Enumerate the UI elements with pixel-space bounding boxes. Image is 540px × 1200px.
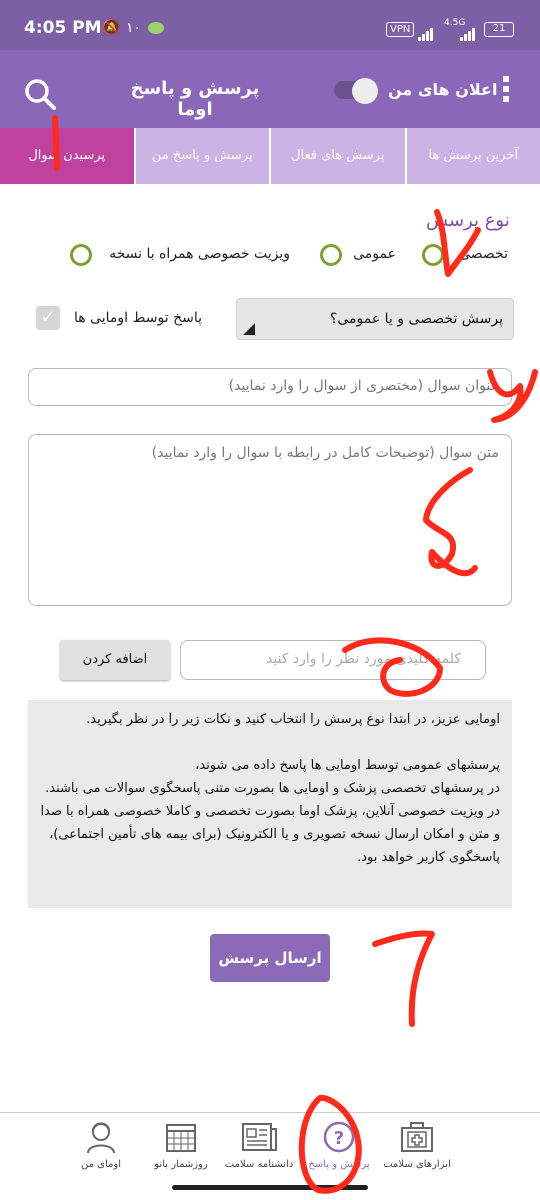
status-bar: 4:05 PM 🔕 ۱۰ VPN 4.5G 21	[0, 0, 540, 50]
radio-specialist[interactable]: تخصصی	[422, 244, 508, 268]
radio-general[interactable]: عمومی	[320, 244, 396, 268]
toggle-thumb	[352, 78, 378, 104]
signal-icon-2	[460, 22, 478, 41]
nav-label: اومای من	[81, 1159, 121, 1170]
keyword-input[interactable]: کلمه کلیدی مورد نظر را وارد کنید	[180, 640, 486, 680]
nav-my-uma[interactable]: اومای من	[56, 1119, 146, 1170]
status-time: 4:05 PM	[24, 18, 102, 38]
add-keyword-button[interactable]: اضافه کردن	[60, 640, 170, 680]
tab-latest-questions[interactable]: آخرین پرسش ها	[406, 128, 540, 184]
keyword-placeholder: کلمه کلیدی مورد نظر را وارد کنید	[265, 651, 461, 667]
nav-label: ابزارهای سلامت	[383, 1159, 451, 1170]
title-placeholder: عنوان سوال (مختصری از سوال را وارد نمایی…	[228, 378, 499, 394]
notifications-toggle[interactable]	[334, 78, 380, 104]
radio-label: ویزیت خصوصی همراه با نسخه	[109, 246, 290, 262]
nav-label: دانشنامه سلامت	[224, 1159, 294, 1170]
calendar-icon	[166, 1124, 196, 1152]
radio-label: تخصصی	[459, 246, 508, 262]
radio-circle	[70, 244, 92, 266]
body-placeholder: متن سوال (توضیحات کامل در رابطه با سوال …	[151, 445, 499, 461]
answer-by-umas-option[interactable]: ✓ پاسخ توسط اومایی ها	[36, 306, 206, 332]
question-type-heading: نوع پرسش	[426, 210, 510, 231]
bell-muted-icon: 🔕	[102, 18, 121, 36]
nav-label: پرسش و پاسخ	[308, 1159, 370, 1170]
submit-question-button[interactable]: ارسال پرسش	[210, 934, 330, 982]
question-title-input[interactable]: عنوان سوال (مختصری از سوال را وارد نمایی…	[28, 368, 512, 406]
nav-label: روزشمار بانو	[154, 1159, 208, 1170]
info-box: اومایی عزیز، در ابتدا نوع پرسش را انتخاب…	[28, 700, 512, 908]
nav-encyclopedia[interactable]: دانشنامه سلامت	[214, 1119, 304, 1170]
page-title: پرسش و پاسخ اوما	[130, 78, 260, 120]
question-type-dropdown[interactable]: پرسش تخصصی و یا عمومی؟	[236, 298, 514, 340]
nav-qa[interactable]: ? پرسش و پاسخ	[294, 1119, 384, 1170]
home-indicator	[172, 1185, 368, 1190]
radio-circle	[422, 244, 444, 266]
app-leaf-icon	[148, 22, 164, 34]
answer-by-umas-label: پاسخ توسط اومایی ها	[73, 310, 202, 326]
answer-by-umas-checkbox[interactable]: ✓	[36, 306, 60, 330]
radio-circle	[320, 244, 342, 266]
question-icon: ?	[323, 1121, 355, 1153]
search-icon[interactable]	[22, 76, 58, 112]
annotation-6	[372, 930, 435, 1027]
vpn-badge: VPN	[386, 22, 415, 37]
tab-active-questions[interactable]: پرسش های فعال	[271, 128, 407, 184]
radio-label: عمومی	[353, 246, 396, 262]
nav-calendar[interactable]: روزشمار بانو	[136, 1119, 226, 1170]
question-body-textarea[interactable]: متن سوال (توضیحات کامل در رابطه با سوال …	[28, 434, 512, 606]
medical-kit-icon	[401, 1122, 433, 1152]
app-bar: پرسش و پاسخ اوما اعلان های من	[0, 50, 540, 128]
newspaper-icon	[242, 1123, 277, 1151]
battery-icon: 21	[484, 22, 514, 37]
svg-text:?: ?	[334, 1128, 344, 1149]
tab-ask-question[interactable]: پرسیدن سوال	[0, 128, 136, 184]
signal-icon	[418, 22, 436, 41]
notifications-label: اعلان های من	[388, 80, 498, 99]
dropdown-value: پرسش تخصصی و یا عمومی؟	[329, 311, 503, 327]
user-icon	[87, 1122, 115, 1154]
radio-private-visit[interactable]: ویزیت خصوصی همراه با نسخه	[70, 244, 290, 268]
overflow-menu-icon[interactable]	[500, 74, 512, 106]
nav-health-tools[interactable]: ابزارهای سلامت	[372, 1119, 462, 1170]
status-digit: ۱۰	[126, 20, 142, 36]
dropdown-arrow-icon	[243, 323, 255, 335]
tab-bar: پرسیدن سوال پرسش و پاسخ من پرسش های فعال…	[0, 128, 540, 184]
tab-my-qa[interactable]: پرسش و پاسخ من	[135, 128, 271, 184]
